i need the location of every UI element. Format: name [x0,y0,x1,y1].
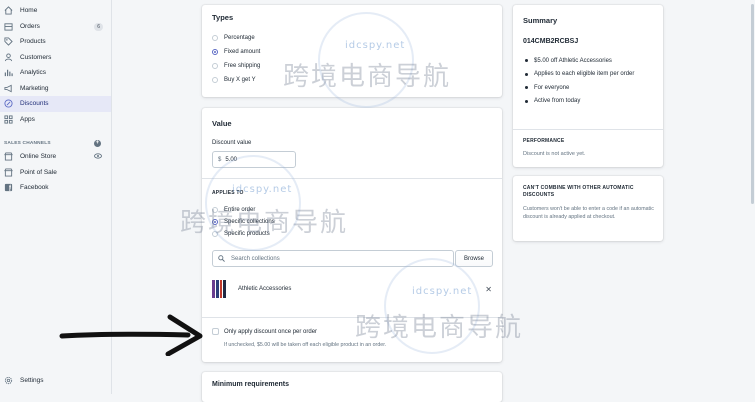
sidebar-item-label: Point of Sale [20,168,57,176]
once-per-order-help: If unchecked, $5.00 will be taken off ea… [224,342,387,348]
facebook-icon [4,183,13,192]
type-option-buy-x-get-y[interactable]: Buy X get Y [212,73,492,87]
browse-button[interactable]: Browse [455,250,493,267]
value-card: Value Discount value $ 5.00 APPLIES TO E… [202,108,502,362]
pos-icon [4,168,13,177]
sidebar-item-orders[interactable]: Orders 6 [0,19,111,35]
radio-button[interactable] [212,35,218,41]
radio-button[interactable] [212,63,218,69]
radio-button[interactable] [212,231,218,237]
performance-text: Discount is not active yet. [523,151,586,157]
sidebar-item-label: Online Store [20,153,57,161]
type-option-free-shipping[interactable]: Free shipping [212,59,492,73]
search-icon [218,255,225,262]
annotation-arrow-icon [59,314,203,356]
summary-bullet: $5.00 off Athletic Accessories [525,54,634,68]
discount-code: 014CMB2RCBSJ [523,38,579,45]
summary-bullet: For everyone [525,81,634,95]
summary-title: Summary [523,16,558,25]
sidebar-item-analytics[interactable]: Analytics [0,65,111,81]
types-card: Types Percentage Fixed amount Free shipp… [202,5,502,97]
sales-channels-heading: SALES CHANNELS + [4,139,101,147]
applies-option-specific-collections[interactable]: Specific collections [212,216,275,228]
megaphone-icon [4,84,13,93]
sidebar-item-label: Analytics [20,69,47,77]
summary-bullet: Active from today [525,95,634,109]
sidebar-item-marketing[interactable]: Marketing [0,81,111,97]
applies-option-entire-order[interactable]: Entire order [212,204,275,216]
orders-icon [4,22,13,31]
discount-amount: 5.00 [225,156,238,163]
currency-prefix: $ [218,156,222,163]
once-per-order-checkbox-row[interactable]: Only apply discount once per order [212,328,317,335]
sidebar-item-online-store[interactable]: Online Store [0,149,111,165]
summary-bullet: Applies to each eligible item per order [525,68,634,82]
sidebar-item-discounts[interactable]: Discounts [0,96,111,112]
sidebar-item-products[interactable]: Products [0,34,111,50]
sidebar-item-label: Home [20,7,38,15]
sidebar-item-label: Facebook [20,184,49,192]
search-collections-input[interactable]: Search collections [212,250,454,267]
summary-card: Summary 014CMB2RCBSJ $5.00 off Athletic … [513,5,663,167]
sidebar-item-label: Discounts [20,100,49,108]
scrollbar-thumb[interactable] [751,4,754,204]
sidebar-item-label: Orders [20,22,40,30]
sidebar-item-label: Marketing [20,84,49,92]
combine-text: Customers won't be able to enter a code … [523,206,654,220]
collection-thumbnail [212,280,226,298]
search-placeholder: Search collections [231,255,280,262]
minimum-requirements-title: Minimum requirements [212,381,290,388]
home-icon [4,6,13,15]
performance-heading: PERFORMANCE [523,138,565,144]
type-option-fixed-amount[interactable]: Fixed amount [212,45,492,59]
radio-button[interactable] [212,207,218,213]
apps-icon [4,115,13,124]
radio-button-selected[interactable] [212,219,218,225]
radio-button-selected[interactable] [212,49,218,55]
remove-collection-icon[interactable]: ✕ [485,285,492,294]
value-title: Value [212,119,232,128]
combine-heading: CAN'T COMBINE WITH OTHER AUTOMATIC DISCO… [523,185,634,198]
discount-value-label: Discount value [212,140,252,146]
tag-icon [4,37,13,46]
once-per-order-label: Only apply discount once per order [224,328,318,335]
page-scrollbar[interactable] [749,0,755,394]
discount-icon [4,99,13,108]
gear-icon [4,376,13,385]
sidebar-item-facebook[interactable]: Facebook [0,180,111,196]
radio-button[interactable] [212,77,218,83]
applies-option-specific-products[interactable]: Specific products [212,228,275,240]
sidebar-item-label: Customers [20,53,52,61]
type-option-percentage[interactable]: Percentage [212,31,492,45]
store-icon [4,152,13,161]
sidebar-item-label: Settings [20,376,44,384]
collection-name: Athletic Accessories [238,286,292,292]
minimum-requirements-card: Minimum requirements [202,372,502,402]
sidebar-item-label: Products [20,38,46,46]
sidebar-item-home[interactable]: Home [0,3,111,19]
add-channel-icon[interactable]: + [94,139,101,147]
sidebar-item-label: Apps [20,115,35,123]
discount-value-input[interactable]: $ 5.00 [212,151,296,168]
sidebar-item-apps[interactable]: Apps [0,112,111,128]
bar-chart-icon [4,68,13,77]
person-icon [4,53,13,62]
applies-to-heading: APPLIES TO [212,190,244,196]
sidebar-item-settings[interactable]: Settings [0,373,112,389]
sidebar-item-customers[interactable]: Customers [0,50,111,66]
types-title: Types [212,13,234,22]
sidebar-item-point-of-sale[interactable]: Point of Sale [0,165,111,181]
collection-row: Athletic Accessories ✕ [212,277,492,301]
combine-restriction-card: CAN'T COMBINE WITH OTHER AUTOMATIC DISCO… [513,176,663,241]
eye-icon[interactable] [94,153,102,161]
orders-count-badge: 6 [94,22,103,31]
once-per-order-checkbox[interactable] [212,328,219,335]
